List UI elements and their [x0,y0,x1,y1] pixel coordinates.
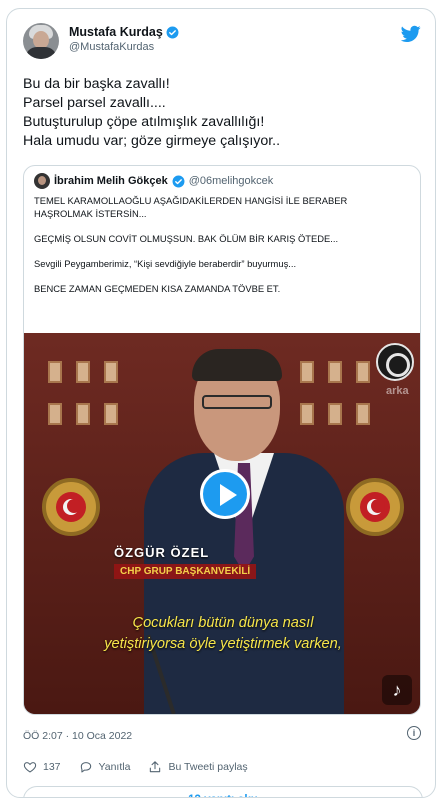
play-button[interactable] [200,469,250,519]
like-button[interactable]: 137 [23,760,61,774]
verified-badge-icon [172,175,185,187]
quoted-line: TEMEL KARAMOLLAOĞLU AŞAĞIDAKİLERDEN HANG… [34,195,348,206]
quoted-line: HAŞROLMAK İSTERSİN... [34,208,147,219]
tweet-line: Bu da bir başka zavallı! [23,76,170,92]
read-replies-button[interactable]: 13 yanıtı oku [23,786,423,797]
channel-logo-icon [376,343,414,381]
twitter-bird-icon[interactable] [401,25,421,43]
author-name-row: Mustafa Kurdaş [69,25,179,39]
tweet-actions: 137 Yanıtla Bu Tweeti paylaş [23,759,421,775]
quoted-line: GEÇMİŞ OLSUN COVİT OLMUŞSUN. BAK ÖLÜM Bİ… [34,233,339,244]
quoted-tweet-header: İbrahim Melih Gökçek @06melihgokcek [34,173,273,189]
video-subtitles: Çocukları bütün dünya nasıl yetiştiriyor… [24,613,420,655]
share-label: Bu Tweeti paylaş [168,761,248,773]
tweet-meta: ÖÖ 2:07 · 10 Oca 2022 i [23,726,421,742]
share-icon [150,761,161,773]
reply-icon [80,762,91,773]
background-window [104,361,118,383]
speaker-hair [192,349,282,381]
tweet-header: Mustafa Kurdaş @MustafaKurdas [23,23,421,63]
quoted-author-avatar [34,173,50,189]
reply-label: Yanıtla [98,761,131,773]
background-window [76,361,90,383]
tweet-line: Butuşturulup çöpe atılmışlık zavallılığı… [23,114,265,130]
heart-icon [23,762,37,773]
video-player[interactable]: arka ÖZGÜR ÖZEL CHP GRUP BAŞKANVEKİLİ Ço… [24,333,420,714]
caption-speaker-title: CHP GRUP BAŞKANVEKİLİ [114,564,257,579]
tweet-line: Parsel parsel zavallı.... [23,95,166,111]
background-window [104,403,118,425]
lower-third-caption: ÖZGÜR ÖZEL CHP GRUP BAŞKANVEKİLİ [114,545,257,579]
avatar-suit [25,47,57,59]
subtitle-line: yetiştiriyorsa öyle yetiştirmek varken, [104,636,342,652]
quoted-line: Sevgili Peygamberimiz, “Kişi sevdiğiyle … [34,258,297,269]
speaker-glasses [202,395,272,409]
info-icon[interactable]: i [407,726,421,740]
background-window [300,403,314,425]
background-window [300,361,314,383]
quoted-tweet[interactable]: İbrahim Melih Gökçek @06melihgokcek TEME… [23,165,421,715]
tweet-timestamp[interactable]: ÖÖ 2:07 · 10 Oca 2022 [23,730,132,742]
caption-speaker-name: ÖZGÜR ÖZEL [114,545,210,560]
author-info: Mustafa Kurdaş @MustafaKurdas [69,25,179,53]
embedded-tweet-card: Mustafa Kurdaş @MustafaKurdas Bu da bir … [6,8,436,798]
author-name[interactable]: Mustafa Kurdaş [69,25,163,39]
background-window [48,361,62,383]
play-icon [220,484,237,506]
reply-button[interactable]: Yanıtla [79,760,131,774]
share-button[interactable]: Bu Tweeti paylaş [148,760,248,774]
author-handle[interactable]: @MustafaKurdas [69,41,179,53]
author-avatar[interactable] [23,23,59,59]
like-count: 137 [43,761,61,773]
channel-watermark: arka [386,385,409,397]
background-window [328,403,342,425]
quoted-author-handle: @06melihgokcek [188,175,274,187]
quoted-tweet-text: TEMEL KARAMOLLAOĞLU AŞAĞIDAKİLERDEN HANG… [34,194,412,295]
tiktok-logo-icon: ♪ [382,675,412,705]
background-window [76,403,90,425]
tweet-line: Hala umudu var; göze girmeye çalışıyor.. [23,133,281,149]
tweet-body: Bu da bir başka zavallı! Parsel parsel z… [23,75,419,151]
parliament-crest-left [42,478,100,536]
subtitle-line: Çocukları bütün dünya nasıl [132,615,314,631]
verified-badge-icon [166,26,179,38]
quoted-author-name: İbrahim Melih Gökçek [54,175,168,187]
quoted-line: BENCE ZAMAN GEÇMEDEN KISA ZAMANDA TÖVBE … [34,283,281,294]
parliament-crest-right [346,478,404,536]
background-window [48,403,62,425]
background-window [328,361,342,383]
background-window [356,361,370,383]
background-window [356,403,370,425]
